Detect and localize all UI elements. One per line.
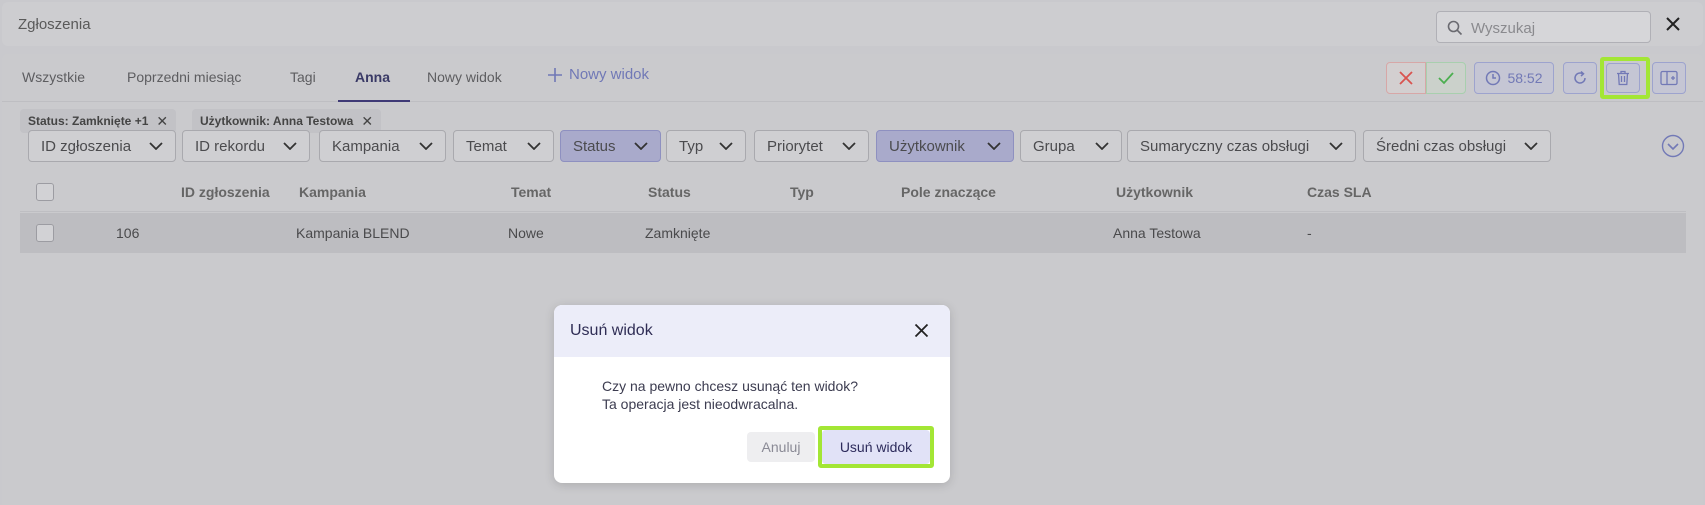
chevron-down-icon (1329, 142, 1343, 150)
add-view-label: Nowy widok (569, 66, 650, 83)
cell-id: 106 (116, 225, 140, 241)
chevron-down-icon (1524, 142, 1538, 150)
tab-nowy-widok[interactable]: Nowy widok (427, 69, 502, 85)
panel-icon (1660, 70, 1678, 86)
plus-icon (548, 67, 562, 82)
filter-grupa[interactable]: Grupa (1020, 130, 1122, 162)
top-bar: Zgłoszenia (2, 2, 1703, 46)
timer-button[interactable]: 58:52 (1474, 62, 1554, 94)
row-checkbox[interactable] (36, 224, 54, 242)
filter-label: Temat (466, 137, 507, 155)
cell-uzytkownik: Anna Testowa (1113, 225, 1201, 241)
dialog-message-line: Ta operacja jest nieodwracalna. (602, 396, 799, 412)
timer-value: 58:52 (1507, 70, 1543, 86)
chevron-down-icon (419, 142, 433, 150)
dialog-header: Usuń widok (554, 305, 950, 357)
filter-kampania[interactable]: Kampania (319, 130, 446, 162)
table-header: ID zgłoszenia Kampania Temat Status Typ … (20, 172, 1686, 212)
search-input[interactable] (1471, 17, 1641, 39)
filter-chip-label: Status: Zamknięte +1 (28, 114, 149, 128)
cell-status: Zamknięte (645, 225, 711, 241)
column-header[interactable]: ID zgłoszenia (181, 184, 270, 200)
x-icon (1399, 71, 1413, 85)
filter-label: Status (573, 137, 616, 155)
filter-chip-label: Użytkownik: Anna Testowa (200, 114, 354, 128)
delete-view-dialog: Usuń widok Czy na pewno chcesz usunąć te… (554, 305, 950, 483)
filter-label: Grupa (1033, 137, 1075, 155)
refresh-button[interactable] (1563, 62, 1597, 94)
filter-typ[interactable]: Typ (666, 130, 746, 162)
filter-label: Średni czas obsługi (1376, 137, 1507, 155)
close-icon[interactable] (914, 323, 929, 338)
filter-id-rekordu[interactable]: ID rekordu (182, 130, 310, 162)
trash-icon (1617, 70, 1629, 86)
column-header[interactable]: Typ (790, 184, 814, 200)
filter-uzytkownik[interactable]: Użytkownik (876, 130, 1014, 162)
refresh-icon (1574, 70, 1586, 84)
tab-poprzedni-miesiac[interactable]: Poprzedni miesiąc (127, 69, 241, 85)
remove-chip-icon[interactable]: ✕ (361, 113, 373, 130)
table-row[interactable]: 106 Kampania BLEND Nowe Zamknięte Anna T… (20, 213, 1686, 253)
select-all-checkbox[interactable] (36, 183, 54, 201)
filter-label: Typ (679, 137, 704, 155)
filter-id-zgloszenia[interactable]: ID zgłoszenia (28, 130, 176, 162)
save-button[interactable] (1426, 62, 1466, 94)
chevron-down-icon (719, 142, 733, 150)
column-header[interactable]: Kampania (299, 184, 366, 200)
check-icon (1438, 72, 1454, 85)
chevron-down-icon (283, 142, 297, 150)
cell-temat: Nowe (508, 225, 544, 241)
view-tabs: Wszystkie Poprzedni miesiąc Tagi Anna No… (2, 54, 1703, 102)
chevron-down-icon (149, 142, 163, 150)
dialog-title: Usuń widok (570, 322, 653, 339)
cell-kampania: Kampania BLEND (296, 225, 410, 241)
add-view-button[interactable]: Nowy widok (547, 66, 649, 83)
page-title: Zgłoszenia (18, 16, 91, 33)
filter-label: Użytkownik (889, 137, 965, 155)
clock-icon (1486, 70, 1501, 86)
dialog-message-line: Czy na pewno chcesz usunąć ten widok? (602, 378, 859, 394)
cell-czas-sla: - (1307, 225, 1312, 241)
column-header[interactable]: Temat (511, 184, 551, 200)
filter-priorytet[interactable]: Priorytet (754, 130, 869, 162)
tab-wszystkie[interactable]: Wszystkie (22, 69, 85, 85)
confirm-delete-button[interactable]: Usuń widok (822, 430, 930, 464)
filter-status[interactable]: Status (560, 130, 661, 162)
chevron-down-icon (1095, 142, 1109, 150)
column-header[interactable]: Pole znaczące (901, 184, 996, 200)
filter-label: ID zgłoszenia (41, 137, 132, 155)
column-header[interactable]: Czas SLA (1307, 184, 1372, 200)
chevron-down-icon (634, 142, 648, 150)
chevron-down-icon (987, 142, 1001, 150)
filter-label: Kampania (332, 137, 400, 155)
column-header[interactable]: Użytkownik (1116, 184, 1193, 200)
expand-filters-icon[interactable] (1661, 134, 1685, 158)
dialog-message: Czy na pewno chcesz usunąć ten widok? Ta… (602, 377, 858, 413)
cancel-button[interactable]: Anuluj (747, 432, 815, 462)
delete-view-button[interactable] (1606, 63, 1640, 93)
filter-label: ID rekordu (195, 137, 266, 155)
filter-label: Priorytet (767, 137, 823, 155)
active-tab-indicator (338, 100, 410, 102)
discard-button[interactable] (1386, 62, 1426, 94)
filter-sumaryczny-czas[interactable]: Sumaryczny czas obsługi (1127, 130, 1356, 162)
tab-tagi[interactable]: Tagi (290, 69, 316, 85)
remove-chip-icon[interactable]: ✕ (156, 113, 168, 130)
filter-label: Sumaryczny czas obsługi (1140, 137, 1310, 155)
close-icon[interactable] (1665, 16, 1681, 32)
chevron-down-icon (842, 142, 856, 150)
column-header[interactable]: Status (648, 184, 691, 200)
search-box[interactable] (1436, 11, 1651, 43)
side-panel-button[interactable] (1652, 62, 1686, 94)
search-icon (1447, 20, 1463, 36)
filter-sredni-czas[interactable]: Średni czas obsługi (1363, 130, 1551, 162)
chevron-down-icon (527, 142, 541, 150)
tab-anna[interactable]: Anna (355, 69, 390, 85)
filter-temat[interactable]: Temat (453, 130, 554, 162)
